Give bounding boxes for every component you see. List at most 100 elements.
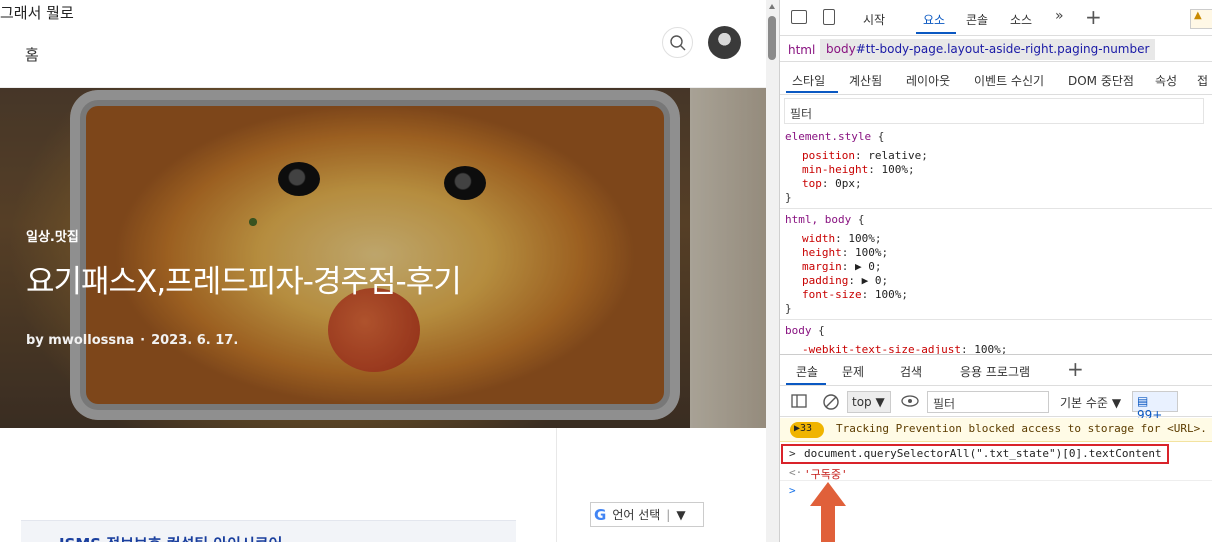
context-select-value: top: [852, 395, 872, 409]
css-property-value[interactable]: 100%: [855, 246, 882, 259]
tab-start[interactable]: 시작: [863, 11, 885, 28]
scrollbar-thumb[interactable]: [768, 16, 776, 60]
console-warning-row[interactable]: ▶33 Tracking Prevention blocked access t…: [780, 418, 1212, 442]
add-drawer-tab-icon[interactable]: +: [1067, 357, 1084, 381]
profile-avatar[interactable]: [708, 26, 741, 59]
subtab-computed[interactable]: 계산됨: [849, 72, 882, 89]
site-title[interactable]: 그래서 뭘로: [0, 2, 74, 23]
active-subtab-indicator: [786, 91, 838, 93]
annotation-up-arrow-icon: [810, 482, 846, 542]
live-expression-eye-icon[interactable]: [901, 395, 919, 407]
result-return-icon: <·: [789, 466, 803, 479]
more-tabs-icon[interactable]: »: [1055, 8, 1064, 24]
warning-icon: ▲: [1194, 10, 1202, 21]
search-button[interactable]: [662, 27, 693, 58]
subtab-layout[interactable]: 레이아웃: [906, 72, 950, 89]
tab-sources[interactable]: 소스: [1010, 11, 1032, 28]
warning-badge[interactable]: ▲: [1190, 9, 1212, 29]
context-select[interactable]: top ▼: [847, 391, 891, 413]
css-brace: {: [877, 130, 885, 143]
css-selector[interactable]: body: [785, 324, 812, 337]
devtools-toolbar: 시작 요소 콘솔 소스 » + ▲: [780, 0, 1212, 36]
css-property-name[interactable]: padding: [802, 274, 848, 287]
drawer-tab-console[interactable]: 콘솔: [796, 363, 818, 380]
css-property-value[interactable]: 100%: [875, 288, 902, 301]
css-property-value[interactable]: 100%: [881, 163, 908, 176]
google-icon: G: [594, 505, 607, 524]
screen: 그래서 뭘로 홈 일상.맛집 요기패스X,프레드피자-경주점-후기 by mwo…: [0, 0, 1212, 542]
css-property-name[interactable]: -webkit-text-size-adjust: [802, 343, 961, 354]
css-property-name[interactable]: min-height: [802, 163, 868, 176]
console-input-prompt-icon[interactable]: >: [789, 484, 796, 497]
active-tab-indicator: [916, 32, 956, 34]
tab-console[interactable]: 콘솔: [966, 11, 988, 28]
warning-message: Tracking Prevention blocked access to st…: [836, 422, 1207, 435]
subtab-dom-breakpoints[interactable]: DOM 중단점: [1068, 72, 1134, 89]
card-title[interactable]: ISMS 정보보호 컨설팅 아이시큐어: [59, 533, 282, 542]
page-scrollbar[interactable]: [766, 0, 779, 542]
css-brace: {: [857, 213, 865, 226]
css-property-value[interactable]: 100%: [974, 343, 1001, 354]
breadcrumb-body[interactable]: body#tt-body-page.layout-aside-right.pag…: [820, 39, 1156, 60]
css-property-name[interactable]: margin: [802, 260, 842, 273]
css-brace: {: [818, 324, 825, 337]
command-prompt-icon: >: [789, 447, 796, 460]
sidebar-divider: [556, 428, 557, 542]
console-messages: ▶33 Tracking Prevention blocked access t…: [780, 418, 1212, 542]
inspect-element-icon[interactable]: [791, 10, 807, 24]
drawer-tabs: 콘솔 문제 검색 응용 프로그램 +: [780, 354, 1212, 386]
log-level-select[interactable]: 기본 수준 ▼: [1060, 394, 1121, 411]
subtab-more[interactable]: 접: [1197, 72, 1208, 89]
css-rule: body { -webkit-text-size-adjust: 100%;: [785, 324, 1008, 354]
console-command[interactable]: document.querySelectorAll(".txt_state")[…: [804, 447, 1162, 460]
css-property-name[interactable]: position: [802, 149, 855, 162]
subtab-properties[interactable]: 속성: [1155, 72, 1177, 89]
breadcrumb-body-tag: body: [826, 42, 856, 56]
sidebar-card[interactable]: ISMS 정보보호 컨설팅 아이시큐어: [21, 520, 516, 542]
drawer-tab-issues[interactable]: 문제: [842, 363, 864, 380]
active-drawer-tab-indicator: [786, 383, 826, 385]
language-select[interactable]: G 언어 선택 | ▼: [590, 502, 704, 527]
css-property-value[interactable]: 0px: [835, 177, 855, 190]
css-property-value[interactable]: ▶ 0: [862, 274, 882, 287]
nav-home-link[interactable]: 홈: [25, 44, 39, 65]
subtab-event-listeners[interactable]: 이벤트 수신기: [974, 72, 1044, 89]
css-closing-brace: }: [785, 302, 792, 315]
css-property-value[interactable]: relative: [868, 149, 921, 162]
drawer-tab-application[interactable]: 응용 프로그램: [960, 363, 1030, 380]
breadcrumb-body-selector: #tt-body-page.layout-aside-right.paging-…: [855, 42, 1150, 56]
scroll-up-icon[interactable]: [769, 4, 775, 9]
css-property-name[interactable]: height: [802, 246, 842, 259]
warning-count: 33: [800, 423, 813, 434]
log-level-value: 기본 수준: [1060, 396, 1108, 410]
css-property-name[interactable]: width: [802, 232, 835, 245]
device-emulation-icon[interactable]: [823, 9, 835, 25]
css-selector[interactable]: element.style: [785, 130, 871, 143]
breadcrumb-html[interactable]: html: [788, 43, 815, 57]
clear-console-icon[interactable]: [822, 393, 840, 411]
tab-elements[interactable]: 요소: [923, 11, 945, 28]
drawer-tab-search[interactable]: 검색: [900, 363, 922, 380]
styles-subtabs: 스타일 계산됨 레이아웃 이벤트 수신기 DOM 중단점 속성 접: [780, 63, 1212, 95]
post-author: by mwollossna: [26, 333, 135, 348]
blog-page: 그래서 뭘로 홈 일상.맛집 요기패스X,프레드피자-경주점-후기 by mwo…: [0, 0, 766, 542]
add-tab-icon[interactable]: +: [1085, 5, 1102, 29]
post-category[interactable]: 일상.맛집: [26, 226, 79, 245]
subtab-styles[interactable]: 스타일: [792, 72, 825, 89]
css-property-name[interactable]: font-size: [802, 288, 862, 301]
css-property-value[interactable]: 100%: [848, 232, 875, 245]
issues-count-badge[interactable]: ▤ 99+: [1132, 391, 1178, 422]
styles-filter-input[interactable]: 필터: [784, 98, 1204, 124]
dropdown-arrow-icon: ▼: [676, 507, 686, 522]
console-filter-input[interactable]: 필터: [927, 391, 1049, 413]
devtools-panel: 시작 요소 콘솔 소스 » + ▲ html body#tt-body-page…: [779, 0, 1212, 542]
css-rule: element.style { position: relative; min-…: [780, 126, 1212, 209]
post-title: 요기패스X,프레드피자-경주점-후기: [26, 264, 462, 300]
search-icon: [669, 34, 685, 50]
dom-breadcrumb: html body#tt-body-page.layout-aside-righ…: [780, 38, 1212, 62]
sidebar-toggle-icon[interactable]: [791, 394, 807, 408]
css-property-value[interactable]: ▶ 0: [855, 260, 875, 273]
css-selector[interactable]: html, body: [785, 213, 851, 226]
css-property-name[interactable]: top: [802, 177, 822, 190]
console-toolbar: top ▼ 필터 기본 수준 ▼ ▤ 99+: [780, 387, 1212, 422]
